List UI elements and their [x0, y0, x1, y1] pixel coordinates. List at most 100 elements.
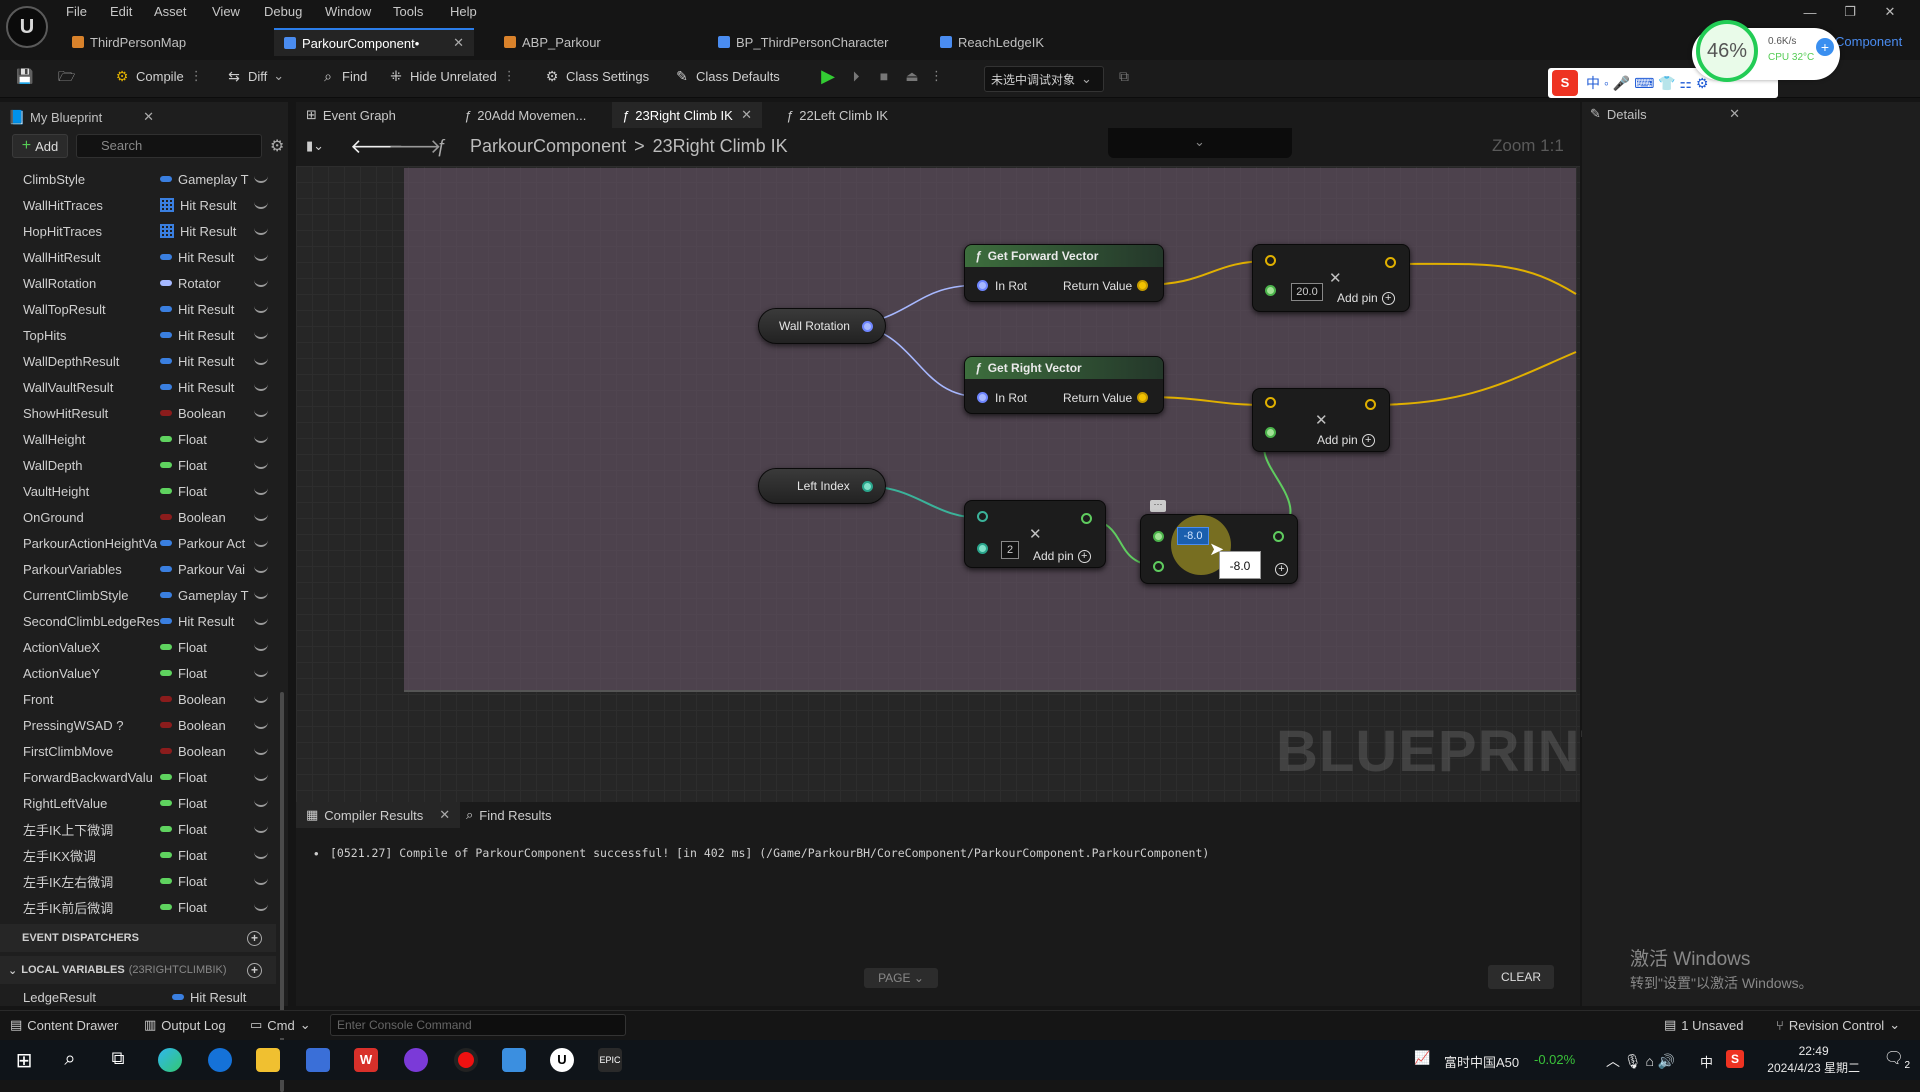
- cmd-icon: ▭: [250, 1017, 263, 1032]
- record-icon[interactable]: [454, 1048, 478, 1072]
- plus-icon: +: [1381, 292, 1395, 306]
- input-pin-b[interactable]: [977, 543, 988, 554]
- add-pin-button[interactable]: Add pin +: [1317, 433, 1375, 448]
- multiply-float-node[interactable]: -8.0 + -8.0 ➤: [1140, 514, 1298, 584]
- output-pin[interactable]: [1081, 513, 1092, 524]
- output-pin[interactable]: [862, 321, 873, 332]
- compiler-results-panel: ▦ Compiler Results ✕ ⌕ Find Results • [0521…: [296, 802, 1580, 1006]
- clear-button[interactable]: CLEAR: [1488, 965, 1554, 989]
- unsaved-button[interactable]: ▤ 1 Unsaved: [1664, 1017, 1743, 1033]
- close-icon[interactable]: ✕: [439, 807, 450, 823]
- sogou-tray-icon[interactable]: S: [1726, 1050, 1744, 1068]
- add-pin-button[interactable]: Add pin +: [1337, 291, 1395, 306]
- windows-taskbar: ⊞ ⌕ ⧉ W U EPIC 📈 富时中国A50 -0.02% ︿ 🎙 ⌂ 🔊 …: [0, 1040, 1920, 1080]
- windows-start-icon[interactable]: ⊞: [12, 1048, 36, 1072]
- node-header: ƒ Get Forward Vector: [965, 245, 1163, 267]
- node-label: Left Index: [797, 479, 850, 493]
- left-index-node[interactable]: Left Index: [758, 468, 886, 504]
- app-icon[interactable]: [306, 1048, 330, 1072]
- tab-label: Find Results: [479, 807, 552, 823]
- output-pin[interactable]: [1365, 399, 1376, 410]
- plus-icon: +: [1077, 550, 1091, 564]
- cmd-dropdown[interactable]: ▭ Cmd ⌄: [250, 1017, 311, 1033]
- content-drawer-icon: ▤: [10, 1017, 23, 1032]
- page-button[interactable]: PAGE ⌄: [864, 968, 938, 988]
- stock-icon: 📈: [1414, 1050, 1431, 1065]
- details-tab-label: Details: [1606, 106, 1647, 122]
- get-right-vector-node[interactable]: ƒ Get Right Vector In Rot Return Value: [964, 356, 1164, 414]
- tray-icons[interactable]: ︿ 🎙 ⌂ 🔊: [1606, 1051, 1675, 1071]
- tab-label: Compiler Results: [324, 807, 424, 823]
- unreal-engine-icon[interactable]: U: [550, 1048, 574, 1072]
- output-pin[interactable]: [1385, 257, 1396, 268]
- tab-compiler-results[interactable]: ▦ Compiler Results ✕: [296, 802, 461, 828]
- comment-bubble-icon[interactable]: ···: [1150, 500, 1166, 512]
- wire: [1369, 351, 1577, 406]
- console-input[interactable]: Enter Console Command: [330, 1014, 626, 1036]
- task-view-icon[interactable]: ⧉: [106, 1048, 130, 1072]
- file-explorer-icon[interactable]: [256, 1048, 280, 1072]
- input-pin-b[interactable]: [1265, 285, 1276, 296]
- status-bar: ▤ Content Drawer ▥ Output Log ▭ Cmd ⌄ Enter …: [0, 1010, 1920, 1038]
- mouse-cursor-icon: ➤: [1209, 539, 1225, 559]
- cmd-label: Cmd: [267, 1017, 295, 1033]
- edge-icon[interactable]: [158, 1048, 182, 1072]
- node-label: Wall Rotation: [779, 319, 850, 333]
- input-pin-b[interactable]: [1153, 561, 1164, 572]
- clock-date: 2024/4/23 星期二: [1767, 1061, 1860, 1075]
- multiply-icon: ✕: [1315, 412, 1328, 429]
- wall-rotation-node[interactable]: Wall Rotation: [758, 308, 886, 344]
- notification-icon[interactable]: 🗨: [1884, 1048, 1904, 1068]
- wps-icon[interactable]: W: [354, 1048, 378, 1072]
- input-pin-a[interactable]: [1265, 397, 1276, 408]
- input-pin-b[interactable]: [1265, 427, 1276, 438]
- revision-control-button[interactable]: ⑂ Revision Control ⌄: [1776, 1017, 1900, 1033]
- input-pin-a[interactable]: [977, 511, 988, 522]
- content-drawer-label: Content Drawer: [27, 1017, 119, 1033]
- tab-find-results[interactable]: ⌕ Find Results: [456, 802, 562, 828]
- plus-icon[interactable]: +: [1275, 563, 1288, 576]
- wire: [1389, 262, 1577, 295]
- return-value-pin[interactable]: [1137, 280, 1148, 291]
- details-tab[interactable]: ✎ Details ✕: [1590, 106, 1740, 122]
- multiply-vector-node-2[interactable]: ✕ Add pin +: [1252, 388, 1390, 452]
- get-forward-vector-node[interactable]: ƒ Get Forward Vector In Rot Return Value: [964, 244, 1164, 302]
- value-field[interactable]: -8.0: [1177, 527, 1209, 545]
- output-log-button[interactable]: ▥ Output Log: [144, 1017, 226, 1033]
- value-field[interactable]: 20.0: [1291, 283, 1323, 301]
- input-pin-a[interactable]: [1265, 255, 1276, 266]
- add-pin-label: Add pin: [1337, 291, 1378, 305]
- epic-games-icon[interactable]: EPIC: [598, 1048, 622, 1072]
- function-icon: ƒ: [975, 361, 982, 375]
- output-log-icon: ▥: [144, 1017, 157, 1032]
- node-header: ƒ Get Right Vector: [965, 357, 1163, 379]
- in-rot-pin[interactable]: [977, 280, 988, 291]
- multiply-icon: ✕: [1029, 526, 1042, 543]
- save-icon: ▤: [1664, 1017, 1677, 1032]
- output-log-label: Output Log: [161, 1017, 226, 1033]
- ime-indicator[interactable]: 中: [1700, 1052, 1713, 1071]
- app-icon[interactable]: [208, 1048, 232, 1072]
- output-pin[interactable]: [862, 481, 873, 492]
- content-drawer-button[interactable]: ▤ Content Drawer: [10, 1017, 118, 1033]
- app-icon[interactable]: [502, 1048, 526, 1072]
- app-icon[interactable]: [404, 1048, 428, 1072]
- close-icon[interactable]: ✕: [1729, 106, 1740, 122]
- stock-name[interactable]: 富时中国A50: [1444, 1052, 1519, 1071]
- unsaved-label: 1 Unsaved: [1681, 1017, 1744, 1033]
- return-value-pin[interactable]: [1137, 392, 1148, 403]
- output-pin[interactable]: [1273, 531, 1284, 542]
- clock[interactable]: 22:49 2024/4/23 星期二: [1767, 1043, 1860, 1077]
- details-panel: ✎ Details ✕: [1582, 102, 1920, 1006]
- branch-icon: ⑂: [1776, 1017, 1784, 1033]
- add-pin-button[interactable]: Add pin +: [1033, 549, 1091, 564]
- multiply-icon: ✕: [1329, 270, 1342, 287]
- clock-time: 22:49: [1798, 1044, 1829, 1058]
- multiply-vector-node-1[interactable]: 20.0 ✕ Add pin +: [1252, 244, 1410, 312]
- search-icon[interactable]: ⌕: [58, 1048, 82, 1072]
- multiply-int-node[interactable]: 2 ✕ Add pin +: [964, 500, 1106, 568]
- value-field[interactable]: 2: [1001, 541, 1019, 559]
- in-rot-label: In Rot: [995, 391, 1028, 405]
- in-rot-pin[interactable]: [977, 392, 988, 403]
- input-pin-a[interactable]: [1153, 531, 1164, 542]
